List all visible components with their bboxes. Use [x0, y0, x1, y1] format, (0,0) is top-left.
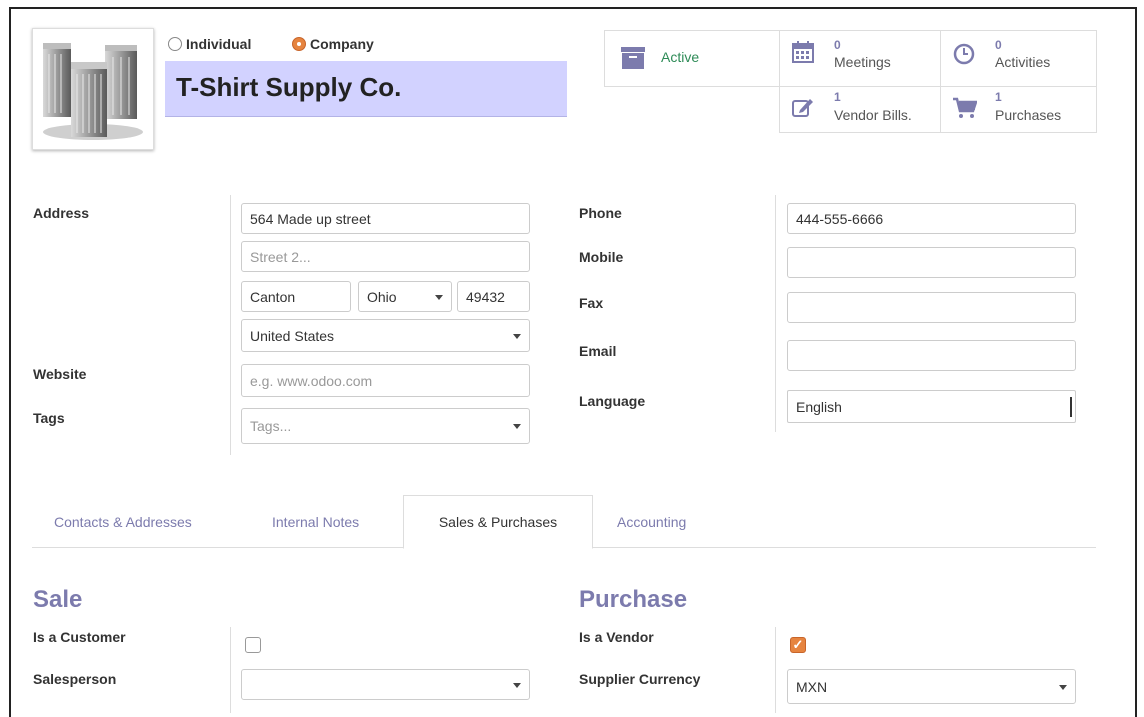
- calendar-icon: [792, 41, 814, 63]
- type-individual-option[interactable]: Individual: [168, 35, 251, 52]
- vendor-bills-label: Vendor Bills.: [834, 107, 912, 123]
- meetings-button[interactable]: 0 Meetings: [779, 30, 941, 87]
- language-value: English: [796, 398, 842, 415]
- state-select[interactable]: Ohio: [358, 281, 452, 312]
- active-label: Active: [661, 49, 700, 65]
- tags-placeholder: Tags...: [250, 418, 292, 434]
- sale-section-title: Sale: [33, 586, 83, 613]
- meetings-label: Meetings: [834, 54, 891, 70]
- language-label: Language: [579, 393, 646, 409]
- sale-column-divider: [230, 627, 231, 713]
- purchase-column-divider: [775, 627, 776, 713]
- activities-count: 0: [995, 38, 1002, 52]
- country-select[interactable]: United States: [241, 319, 530, 352]
- tab-sales-purchases[interactable]: Sales & Purchases: [403, 495, 593, 549]
- phone-label: Phone: [579, 205, 622, 221]
- active-toggle-button[interactable]: Active: [604, 30, 780, 87]
- type-company-option[interactable]: Company: [292, 35, 374, 52]
- tab-contacts-addresses[interactable]: Contacts & Addresses: [54, 514, 192, 530]
- cart-icon: [953, 97, 977, 118]
- archive-icon: [621, 47, 645, 69]
- email-label: Email: [579, 343, 617, 359]
- supplier-currency-label: Supplier Currency: [579, 671, 701, 687]
- fax-input[interactable]: [787, 292, 1076, 323]
- is-vendor-checkbox[interactable]: ✓: [790, 637, 806, 653]
- left-column-divider: [230, 195, 231, 455]
- purchase-section-title: Purchase: [579, 586, 688, 613]
- zip-input[interactable]: 49432: [457, 281, 530, 312]
- supplier-currency-select[interactable]: MXN: [787, 669, 1076, 704]
- city-input[interactable]: Canton: [241, 281, 351, 312]
- state-value: Ohio: [367, 288, 397, 305]
- buildings-icon: [43, 43, 143, 140]
- vendor-bills-count: 1: [834, 90, 841, 104]
- salesperson-label: Salesperson: [33, 671, 117, 687]
- company-label: Company: [310, 36, 374, 53]
- chevron-down-icon: [435, 294, 443, 300]
- email-input[interactable]: [787, 340, 1076, 371]
- company-avatar[interactable]: [32, 28, 154, 150]
- right-column-divider: [775, 195, 776, 432]
- supplier-currency-value: MXN: [796, 678, 828, 695]
- salesperson-select[interactable]: [241, 669, 530, 700]
- website-input[interactable]: e.g. www.odoo.com: [241, 364, 530, 397]
- tags-input[interactable]: Tags...: [241, 408, 530, 444]
- edit-icon: [792, 99, 813, 117]
- checkmark-icon: ✓: [792, 637, 804, 652]
- chevron-down-icon: [513, 424, 521, 429]
- individual-label: Individual: [186, 36, 252, 53]
- clock-icon: [953, 43, 975, 65]
- purchases-button[interactable]: 1 Purchases: [940, 86, 1097, 133]
- activities-button[interactable]: 0 Activities: [940, 30, 1097, 87]
- tab-accounting[interactable]: Accounting: [617, 514, 686, 530]
- individual-radio[interactable]: [168, 37, 182, 52]
- select-arrows-icon: [1066, 397, 1072, 417]
- street-input[interactable]: 564 Made up street: [241, 203, 530, 234]
- purchases-label: Purchases: [995, 107, 1062, 123]
- company-radio[interactable]: [292, 37, 306, 52]
- tab-internal-notes[interactable]: Internal Notes: [272, 514, 359, 530]
- mobile-input[interactable]: [787, 247, 1076, 278]
- chevron-down-icon: [1059, 684, 1067, 690]
- vendor-bills-button[interactable]: 1 Vendor Bills.: [779, 86, 941, 133]
- website-label: Website: [33, 366, 87, 382]
- partner-name-text: T-Shirt Supply Co.: [176, 72, 402, 102]
- activities-label: Activities: [995, 54, 1051, 70]
- fax-label: Fax: [579, 295, 604, 311]
- country-value: United States: [250, 327, 335, 344]
- is-customer-label: Is a Customer: [33, 629, 126, 645]
- address-label: Address: [33, 205, 90, 221]
- meetings-count: 0: [834, 38, 841, 52]
- is-customer-checkbox[interactable]: [245, 637, 261, 653]
- phone-input[interactable]: 444-555-6666: [787, 203, 1076, 234]
- mobile-label: Mobile: [579, 249, 624, 265]
- is-vendor-label: Is a Vendor: [579, 629, 654, 645]
- chevron-down-icon: [513, 333, 521, 339]
- language-select[interactable]: English: [787, 390, 1076, 423]
- purchases-count: 1: [995, 90, 1002, 104]
- tags-label: Tags: [33, 410, 65, 426]
- chevron-down-icon: [513, 682, 521, 688]
- street2-input[interactable]: Street 2...: [241, 241, 530, 272]
